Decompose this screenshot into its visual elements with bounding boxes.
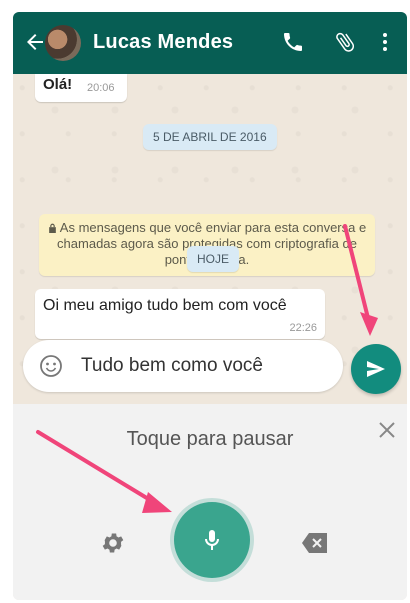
- phone-icon[interactable]: [281, 30, 305, 54]
- avatar[interactable]: [45, 25, 81, 61]
- voice-prompt: Toque para pausar: [126, 428, 294, 450]
- chat-header: Lucas Mendes: [13, 12, 407, 74]
- message-time: 20:06: [87, 82, 115, 94]
- chat-area[interactable]: Olá! 20:06 5 DE ABRIL DE 2016 As mensage…: [13, 74, 407, 404]
- mic-button[interactable]: [174, 502, 250, 578]
- message-bubble-first[interactable]: Olá! 20:06: [35, 74, 127, 102]
- message-input[interactable]: Tudo bem como você: [81, 355, 263, 377]
- message-time: 22:26: [289, 322, 317, 334]
- paperclip-icon[interactable]: [333, 30, 357, 54]
- back-arrow-icon[interactable]: [23, 30, 47, 54]
- date-separator: 5 DE ABRIL DE 2016: [143, 124, 277, 150]
- voice-input-panel: Toque para pausar: [13, 404, 407, 600]
- message-text: Olá!: [43, 76, 73, 93]
- message-text: Oi meu amigo tudo bem com você: [43, 297, 287, 314]
- lock-icon: [48, 223, 56, 233]
- mic-icon: [205, 530, 219, 550]
- send-icon: [367, 361, 385, 377]
- message-composer[interactable]: Tudo bem como você: [23, 340, 343, 392]
- app-screen: Lucas Mendes Olá! 20:06 5 DE ABRIL DE 20…: [13, 12, 407, 600]
- emoji-icon[interactable]: [39, 354, 63, 378]
- today-separator: HOJE: [187, 246, 240, 272]
- message-bubble-second[interactable]: Oi meu amigo tudo bem com você 22:26: [35, 289, 325, 339]
- settings-icon[interactable]: [100, 530, 126, 556]
- backspace-icon[interactable]: [301, 532, 329, 554]
- send-button[interactable]: [351, 344, 401, 394]
- contact-name[interactable]: Lucas Mendes: [93, 31, 233, 54]
- more-vert-icon[interactable]: [373, 30, 397, 54]
